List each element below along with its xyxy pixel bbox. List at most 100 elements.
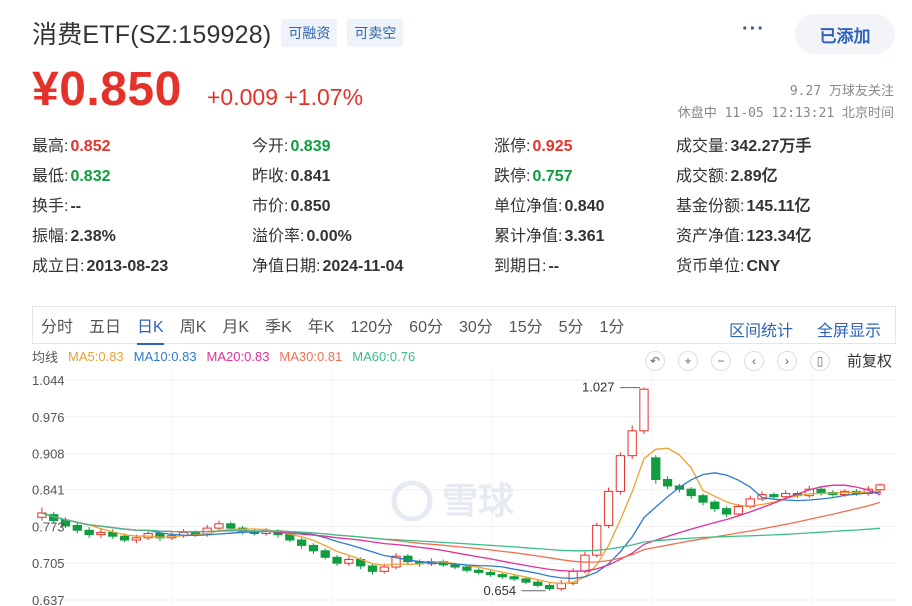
candle-body [509, 576, 519, 580]
tab-分时[interactable]: 分时 [41, 313, 73, 337]
stat-value: CNY [746, 258, 781, 275]
stat-value: 2024-11-04 [322, 258, 404, 275]
followers-count: 9.27 万球友关注 [789, 84, 894, 99]
stats-grid: 最高: 0.852 今开: 0.839 涨停: 0.925 成交量: 342.27万手 最低: 0… [32, 132, 892, 282]
kline-chart[interactable]: 雪球 1.027 0.654 1.044 0.976 0.908 0.841 0.773 0.7… [32, 368, 896, 606]
candle-body [721, 508, 732, 515]
stat-label: 昨收: [252, 168, 289, 185]
tag-margin[interactable]: 可融资 [281, 19, 338, 47]
stat-label: 净值日期: [252, 258, 321, 275]
candle-body [214, 523, 224, 529]
ma-label[interactable]: 均线 [32, 347, 58, 366]
candle-body [769, 494, 779, 498]
stat-value: 0.839 [290, 138, 331, 155]
candle-body [662, 478, 673, 487]
candle-body [296, 539, 307, 546]
stat-cell: 昨收: 0.841 [252, 162, 331, 186]
range-stats-link[interactable]: 区间统计 [729, 317, 793, 341]
candle-body [474, 569, 484, 573]
stat-cell: 振幅: 2.38% [32, 222, 116, 246]
candle-body [450, 564, 460, 568]
stat-value: 2.89亿 [730, 168, 778, 185]
stat-value: 0.925 [532, 138, 573, 155]
more-button[interactable]: ··· [742, 18, 765, 41]
y-tick-label: 0.841 [32, 483, 65, 498]
candle-body [710, 501, 720, 510]
stat-value: 342.27万手 [730, 138, 812, 155]
tab-30分[interactable]: 30分 [459, 313, 493, 337]
stat-label: 今开: [252, 138, 289, 155]
y-tick-label: 0.976 [32, 410, 65, 425]
tab-月K[interactable]: 月K [222, 313, 249, 337]
high-label: 1.027 [582, 380, 615, 395]
stats-row: 换手: -- 市价: 0.850 单位净值: 0.840 基金份额: 145.11亿 [32, 192, 892, 222]
header: 消费ETF(SZ:159928) 可融资 可卖空 [32, 14, 404, 52]
stat-value: 0.850 [290, 198, 331, 215]
candle-body [462, 566, 472, 571]
ma-value: MA30:0.81 [279, 348, 343, 364]
stat-value: 123.34亿 [746, 228, 812, 245]
stat-value: 0.832 [70, 168, 111, 185]
stat-label: 成交量: [676, 138, 729, 155]
stat-cell: 溢价率: 0.00% [252, 222, 352, 246]
ma-legend: 均线 MA5:0.83 MA10:0.83 MA20:0.83 MA30:0.81 MA6… [32, 346, 425, 366]
candle-body [639, 388, 649, 432]
stat-label: 换手: [32, 198, 69, 215]
stat-label: 到期日: [494, 258, 547, 275]
tab-五日[interactable]: 五日 [89, 313, 121, 337]
stat-cell: 今开: 0.839 [252, 132, 331, 156]
market-status: 休盘中 11-05 12:13:21 北京时间 [677, 106, 894, 121]
stat-label: 基金份额: [676, 198, 745, 215]
tab-5分[interactable]: 5分 [559, 313, 584, 337]
ma-value: MA5:0.83 [68, 348, 124, 364]
ma-value: MA20:0.83 [206, 348, 270, 364]
tab-季K[interactable]: 季K [265, 313, 292, 337]
candle-body [131, 537, 141, 541]
stat-cell: 跌停: 0.757 [494, 162, 573, 186]
tab-周K[interactable]: 周K [180, 313, 207, 337]
stat-label: 资产净值: [676, 228, 745, 245]
candle-body [533, 581, 543, 586]
stat-label: 最低: [32, 168, 69, 185]
ma-value: MA10:0.83 [133, 348, 197, 364]
tag-short[interactable]: 可卖空 [347, 19, 404, 47]
y-tick-label: 1.044 [32, 373, 65, 388]
stat-cell: 成交量: 342.27万手 [676, 132, 811, 156]
candle-body [485, 571, 496, 576]
stats-row: 最高: 0.852 今开: 0.839 涨停: 0.925 成交量: 342.27万手 [32, 132, 892, 162]
fullscreen-link[interactable]: 全屏显示 [817, 317, 881, 341]
stats-row: 最低: 0.832 昨收: 0.841 跌停: 0.757 成交额: 2.89亿 [32, 162, 892, 192]
candle-body [308, 544, 319, 552]
stat-cell: 累计净值: 3.361 [494, 222, 605, 246]
stats-row: 成立日: 2013-08-23 净值日期: 2024-11-04 到期日: -- 货币单位:… [32, 252, 892, 282]
stat-value: -- [70, 198, 82, 215]
current-price: ¥0.850 [32, 63, 182, 116]
stat-label: 跌停: [494, 168, 531, 185]
tab-日K[interactable]: 日K [137, 313, 164, 345]
added-button[interactable]: 已添加 [795, 14, 895, 54]
stat-value: 0.840 [564, 198, 605, 215]
y-tick-label: 0.773 [32, 519, 65, 534]
y-tick-label: 0.637 [32, 593, 65, 606]
tab-年K[interactable]: 年K [308, 313, 335, 337]
tab-120分[interactable]: 120分 [350, 313, 393, 337]
candle-body [627, 430, 637, 457]
candle-body [344, 558, 354, 564]
candle-body [651, 457, 661, 480]
candle-body [119, 535, 130, 541]
stat-label: 货币单位: [676, 258, 745, 275]
candle-body [379, 566, 389, 572]
period-tabs: 分时 五日 日K 周K 月K 季K 年K 120分 60分 30分 15分 5分 1分 区间统计 全屏显… [32, 306, 896, 345]
stat-cell: 市价: 0.850 [252, 192, 331, 216]
tab-15分[interactable]: 15分 [509, 313, 543, 337]
stat-label: 最高: [32, 138, 69, 155]
candle-body [367, 565, 378, 572]
y-tick-label: 0.908 [32, 447, 65, 462]
candle-body [580, 554, 590, 572]
stat-value: 0.841 [290, 168, 331, 185]
stat-value: -- [548, 258, 560, 275]
stats-row: 振幅: 2.38% 溢价率: 0.00% 累计净值: 3.361 资产净值: 123.34亿 [32, 222, 892, 252]
tab-60分[interactable]: 60分 [409, 313, 443, 337]
tab-1分[interactable]: 1分 [600, 313, 625, 337]
stat-value: 0.757 [532, 168, 573, 185]
